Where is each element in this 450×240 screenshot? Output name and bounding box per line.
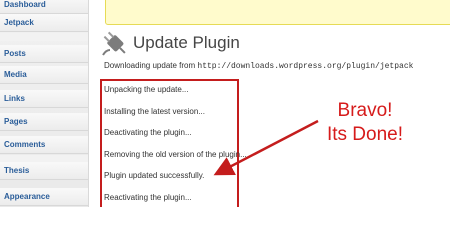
arrow-icon (213, 119, 319, 176)
